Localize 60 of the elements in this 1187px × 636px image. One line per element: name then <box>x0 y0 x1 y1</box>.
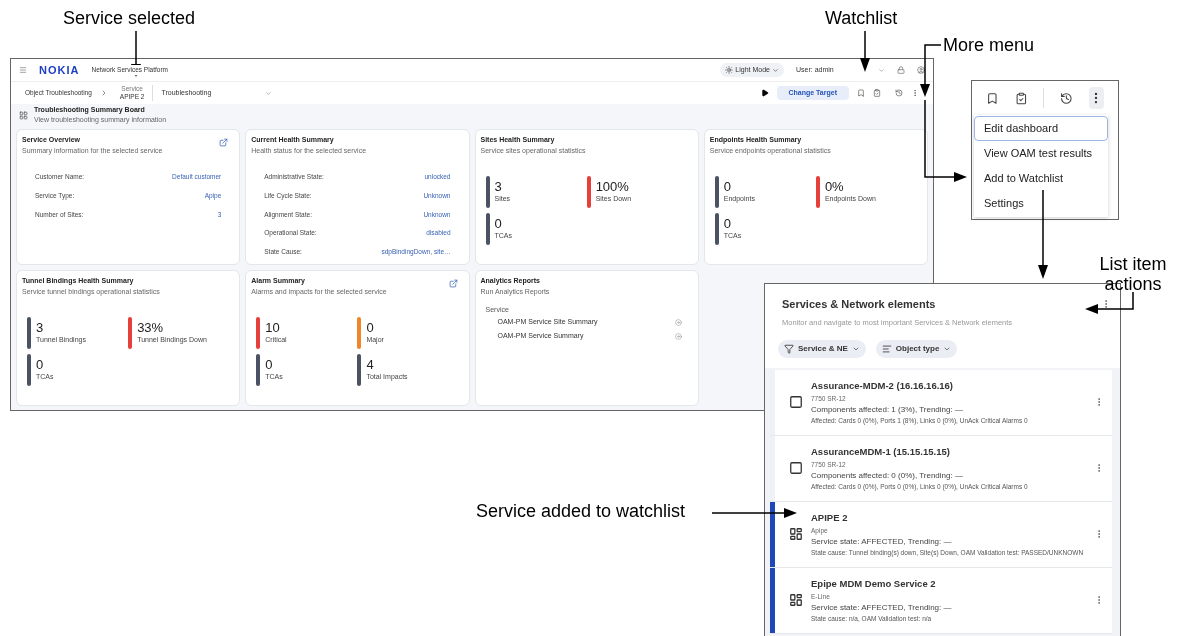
item-title: Assurance-MDM-2 (16.16.16.16) <box>811 378 955 393</box>
callout-label: Watchlist <box>825 9 898 27</box>
callout-label: List item actions <box>1098 254 1168 294</box>
filter-icon <box>784 343 794 354</box>
item-status: Service state: AFFECTED, Trending: — <box>811 601 953 614</box>
play-icon[interactable] <box>760 89 769 97</box>
clipboard-check-icon[interactable] <box>1014 90 1028 106</box>
item-title: AssuranceMDM-1 (15.15.15.15) <box>811 444 951 459</box>
item-status: Components affected: 1 (3%), Trending: — <box>811 403 964 416</box>
stat-value: 0% <box>824 179 845 195</box>
stat-value: 0 <box>723 216 732 232</box>
external-link-icon[interactable] <box>219 138 229 147</box>
menu-item[interactable]: Edit dashboard <box>974 116 1108 141</box>
bookmark-icon[interactable] <box>857 89 865 97</box>
menu-item[interactable]: View OAM test results <box>974 141 1108 166</box>
logo: NOKIA <box>39 62 80 78</box>
more-button[interactable] <box>1088 87 1104 109</box>
stat-value: 3 <box>36 320 45 336</box>
stat-value: 33% <box>137 320 165 336</box>
run-icon[interactable] <box>674 333 682 340</box>
chevron-icon <box>772 66 779 74</box>
user-icon[interactable] <box>917 66 925 74</box>
device-icon <box>789 461 803 476</box>
item-title: Epipe MDM Demo Service 2 <box>811 576 937 591</box>
stat-value: 0 <box>494 216 503 232</box>
menu-icon[interactable] <box>19 66 27 74</box>
stat-value: 0 <box>723 179 732 195</box>
panel-title: Services & Network elements <box>782 297 936 312</box>
stat-value: 10 <box>265 320 281 336</box>
service-icon <box>789 527 803 542</box>
service-icon <box>789 593 803 608</box>
stat-value: 4 <box>366 357 375 373</box>
bookmark-icon[interactable] <box>986 90 999 106</box>
stat-value: 0 <box>366 320 375 336</box>
callout-label: Service selected <box>63 9 196 27</box>
dashboard-icon <box>19 110 28 120</box>
sort-icon <box>881 343 892 354</box>
callout-label: More menu <box>943 36 1035 54</box>
lock-icon[interactable] <box>897 66 905 74</box>
item-title: APIPE 2 <box>811 510 849 525</box>
menu-item[interactable]: Add to Watchlist <box>974 166 1108 191</box>
callout-arrow <box>920 44 942 97</box>
stat-value: 0 <box>265 357 274 373</box>
sun-icon <box>725 66 734 74</box>
filter-button[interactable]: Object type <box>875 339 958 358</box>
menu-item[interactable]: Settings <box>974 191 1108 216</box>
stat-value: 100% <box>595 179 630 195</box>
stat-value: 0 <box>36 357 45 373</box>
callout-label: Service added to watchlist <box>476 502 686 520</box>
callout-arrow <box>860 30 870 72</box>
external-link-icon[interactable] <box>448 279 458 288</box>
stat-value: 3 <box>494 179 503 195</box>
device-icon <box>789 395 803 410</box>
run-icon[interactable] <box>674 319 682 326</box>
clipboard-check-icon[interactable] <box>873 89 881 97</box>
item-status: Components affected: 0 (0%), Trending: — <box>811 469 964 482</box>
callout-arrow <box>1085 291 1134 314</box>
item-status: Service state: AFFECTED, Trending: — <box>811 535 953 548</box>
filter-button[interactable]: Service & NE <box>778 339 866 358</box>
history-icon[interactable] <box>1060 90 1073 106</box>
